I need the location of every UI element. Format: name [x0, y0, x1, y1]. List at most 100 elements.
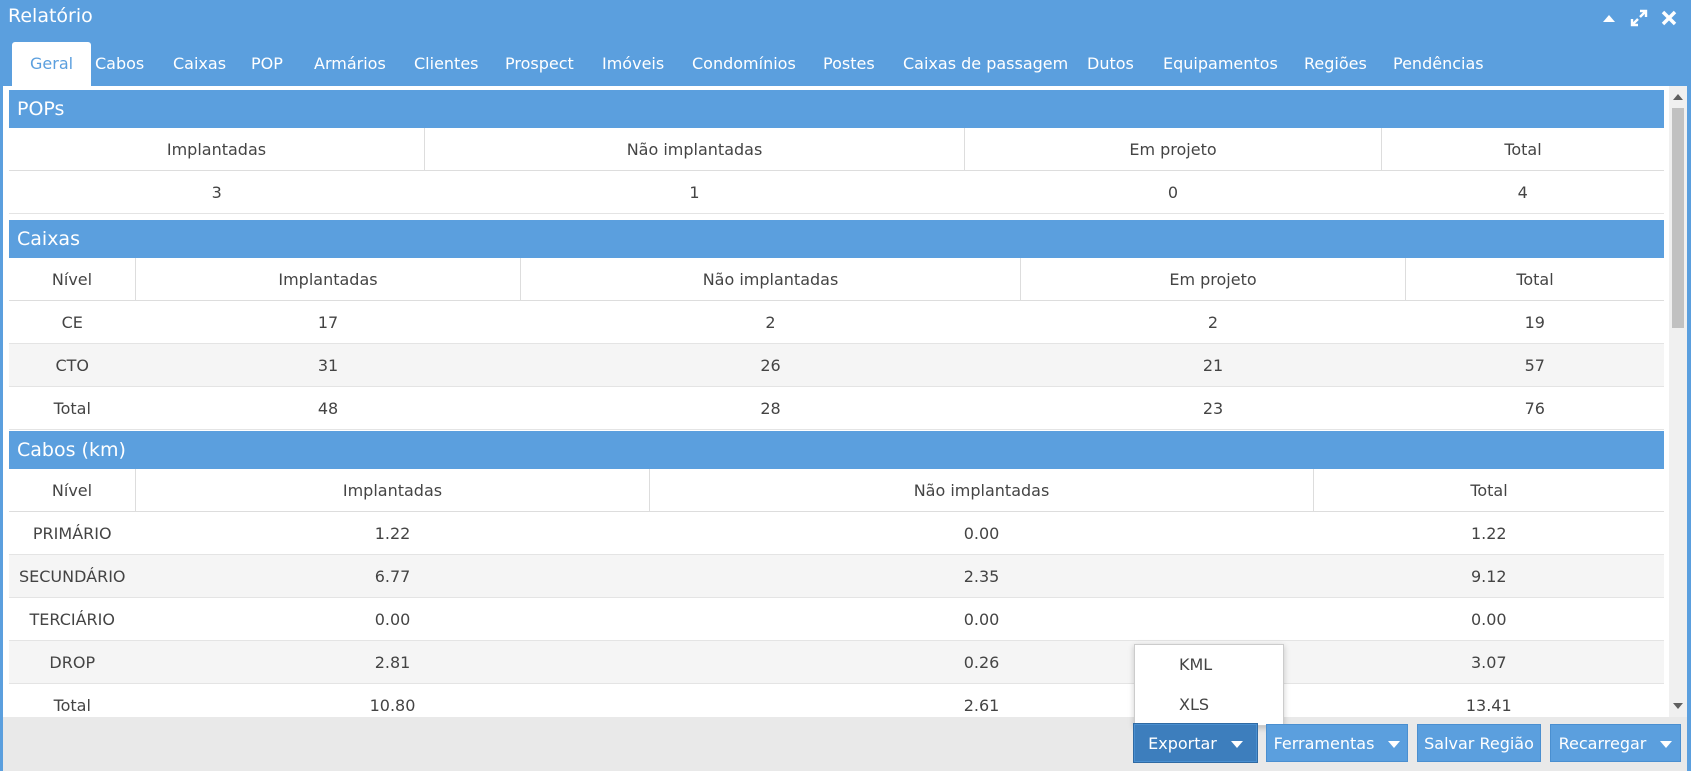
expand-icon[interactable]	[1629, 8, 1649, 28]
table-cell: Total	[9, 386, 136, 430]
table-row: DROP 2.81 0.26 3.07	[9, 640, 1664, 684]
table-cell: 2	[1020, 300, 1406, 344]
table-cell: 0	[964, 170, 1382, 214]
table-row: Total 10.80 2.61 13.41	[9, 683, 1664, 717]
tab-condominios[interactable]: Condomínios	[674, 42, 814, 86]
table-cell: 21	[1020, 343, 1406, 387]
column-header: Implantadas	[135, 258, 521, 301]
tab-pop[interactable]: POP	[233, 42, 301, 86]
table-cell: 0.00	[649, 511, 1314, 555]
table-cell: 1.22	[135, 511, 650, 555]
table-row: Total 48 28 23 76	[9, 386, 1664, 430]
tab-equipamentos[interactable]: Equipamentos	[1145, 42, 1296, 86]
vertical-scrollbar[interactable]	[1669, 86, 1687, 717]
table-cell: 4	[1381, 170, 1664, 214]
column-header: Total	[1381, 128, 1664, 171]
cabos-header: Cabos (km)	[9, 431, 1664, 469]
save-region-button[interactable]: Salvar Região	[1417, 724, 1541, 762]
column-header: Não implantadas	[649, 469, 1314, 512]
scrollbar-thumb[interactable]	[1672, 108, 1684, 328]
table-cell: 0.00	[1313, 597, 1664, 641]
column-header: Nível	[9, 258, 136, 301]
tab-caixas[interactable]: Caixas	[155, 42, 244, 86]
caixas-header: Caixas	[9, 220, 1664, 258]
table-cell: 26	[520, 343, 1021, 387]
table-cell: 76	[1405, 386, 1664, 430]
table-cell: 2.81	[135, 640, 650, 684]
scroll-down-icon[interactable]	[1673, 703, 1683, 709]
table-cell: 13.41	[1313, 683, 1664, 717]
table-cell: 1.22	[1313, 511, 1664, 555]
table-row: SECUNDÁRIO 6.77 2.35 9.12	[9, 554, 1664, 598]
tab-clientes[interactable]: Clientes	[396, 42, 497, 86]
column-header: Implantadas	[135, 469, 650, 512]
table-row: PRIMÁRIO 1.22 0.00 1.22	[9, 511, 1664, 555]
caixas-table: Nível Implantadas Não implantadas Em pro…	[9, 258, 1664, 430]
tab-caixas-de-passagem[interactable]: Caixas de passagem	[885, 42, 1086, 86]
column-header: Não implantadas	[520, 258, 1021, 301]
report-window: Relatório Geral Cabos Caixas POP Armário…	[0, 0, 1691, 771]
table-cell: 57	[1405, 343, 1664, 387]
chevron-down-icon	[1660, 741, 1673, 748]
tab-cabos[interactable]: Cabos	[77, 42, 162, 86]
title-bar: Relatório	[0, 0, 1691, 36]
column-header: Não implantadas	[424, 128, 965, 171]
table-cell: DROP	[9, 640, 136, 684]
tools-button[interactable]: Ferramentas	[1266, 724, 1408, 762]
table-cell: 3	[9, 170, 425, 214]
column-header: Nível	[9, 469, 136, 512]
tools-label: Ferramentas	[1273, 734, 1375, 753]
report-content: POPs Implantadas Não implantadas Em proj…	[3, 86, 1687, 717]
table-cell: Total	[9, 683, 136, 717]
cabos-table: Nível Implantadas Não implantadas Total …	[9, 469, 1664, 717]
table-cell: 28	[520, 386, 1021, 430]
table-cell: 3.07	[1313, 640, 1664, 684]
tab-bar: Geral Cabos Caixas POP Armários Clientes…	[0, 42, 1691, 86]
tab-dutos[interactable]: Dutos	[1069, 42, 1152, 86]
column-header: Em projeto	[1020, 258, 1406, 301]
tab-postes[interactable]: Postes	[805, 42, 893, 86]
reload-label: Recarregar	[1558, 734, 1647, 753]
table-cell: 23	[1020, 386, 1406, 430]
scroll-up-icon[interactable]	[1673, 94, 1683, 100]
menu-item-kml[interactable]: KML	[1135, 645, 1283, 685]
chevron-down-icon	[1388, 741, 1401, 748]
table-cell: 1	[424, 170, 965, 214]
table-cell: 17	[135, 300, 521, 344]
tab-regioes[interactable]: Regiões	[1286, 42, 1385, 86]
chevron-down-icon	[1230, 741, 1243, 748]
tab-armarios[interactable]: Armários	[296, 42, 404, 86]
column-header: Total	[1313, 469, 1664, 512]
tab-pendencias[interactable]: Pendências	[1375, 42, 1502, 86]
table-row: TERCIÁRIO 0.00 0.00 0.00	[9, 597, 1664, 641]
tab-prospect[interactable]: Prospect	[487, 42, 592, 86]
table-cell: 10.80	[135, 683, 650, 717]
menu-item-xls[interactable]: XLS	[1135, 685, 1283, 725]
table-cell: TERCIÁRIO	[9, 597, 136, 641]
table-cell: 31	[135, 343, 521, 387]
table-cell: CE	[9, 300, 136, 344]
tab-imoveis[interactable]: Imóveis	[584, 42, 682, 86]
reload-button[interactable]: Recarregar	[1550, 724, 1681, 762]
collapse-icon[interactable]	[1599, 8, 1619, 28]
table-cell: 19	[1405, 300, 1664, 344]
table-cell: 0.00	[135, 597, 650, 641]
table-row: CTO 31 26 21 57	[9, 343, 1664, 387]
close-icon[interactable]	[1659, 8, 1679, 28]
table-cell: 2	[520, 300, 1021, 344]
column-header: Implantadas	[9, 128, 425, 171]
table-cell: 2.35	[649, 554, 1314, 598]
table-cell: 0.00	[649, 597, 1314, 641]
table-cell: CTO	[9, 343, 136, 387]
table-cell: 6.77	[135, 554, 650, 598]
export-label: Exportar	[1148, 734, 1217, 753]
export-button[interactable]: Exportar	[1133, 723, 1258, 763]
table-cell: SECUNDÁRIO	[9, 554, 136, 598]
pops-header: POPs	[9, 90, 1664, 128]
table-cell: PRIMÁRIO	[9, 511, 136, 555]
table-cell: 48	[135, 386, 521, 430]
pops-table: Implantadas Não implantadas Em projeto T…	[9, 128, 1664, 214]
window-title: Relatório	[8, 5, 93, 27]
export-dropdown-menu: KML XLS	[1134, 644, 1284, 726]
column-header: Em projeto	[964, 128, 1382, 171]
